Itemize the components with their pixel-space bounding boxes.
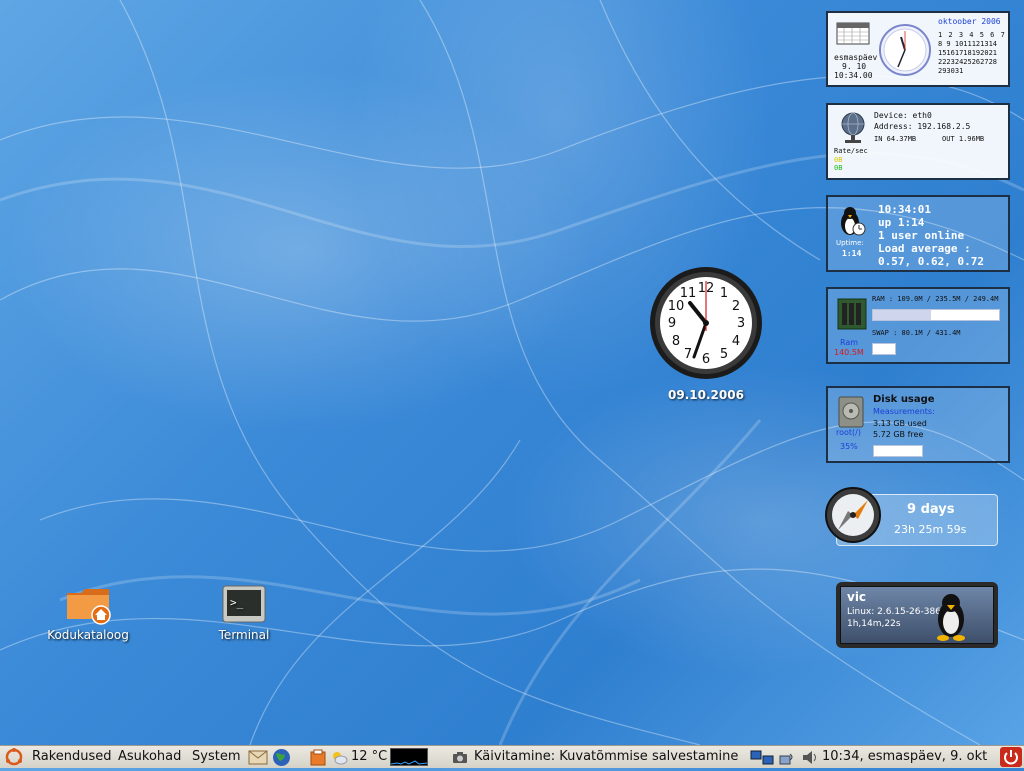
svg-text:10: 10 [668,299,685,314]
ubuntu-logo-icon[interactable] [4,748,24,766]
calendar-month-title: oktoober 2006 [938,17,1001,26]
analog-clock-date: 09.10.2006 [668,388,744,402]
disk-percent: 35% [840,442,858,451]
swap-text: SWAP : 80.1M / 431.4M [872,329,961,337]
disk-title: Disk usage [873,394,935,405]
uptime-load-values: 0.57, 0.62, 0.72 [878,255,984,268]
calendar-row: 15161718192021 [938,49,998,57]
small-clock-icon [879,24,931,76]
svg-text:1: 1 [720,286,728,301]
ram-value: 140.5M [834,348,864,357]
user-widget: vic Linux: 2.6.15-26-386 1h,14m,22s [836,582,998,648]
svg-text:11: 11 [680,286,697,301]
home-folder-icon [67,589,111,625]
svg-text:7: 7 [684,347,692,362]
disk-mount: root(/) [836,428,861,437]
tux-clock-icon [841,207,866,236]
network-rate-label: Rate/sec [834,147,868,155]
compass-icon [825,487,881,543]
globe-icon [841,112,865,143]
screenshot-camera-icon [453,752,467,763]
days-count: 9 days [907,502,955,517]
svg-text:5: 5 [720,347,728,362]
power-icon [1004,750,1018,765]
network-device: Device: eth0 [874,111,932,120]
user-uptime: 1h,14m,22s [847,619,901,629]
tux-icon [937,594,965,641]
uptime-value: 1:14 [842,249,862,258]
svg-text:8: 8 [672,334,680,349]
network-address: Address: 192.168.2.5 [874,122,971,131]
desktop-icon-terminal[interactable]: >_ Terminal [194,585,294,642]
user-widget-screen: vic Linux: 2.6.15-26-386 1h,14m,22s [840,586,994,644]
calendar-icon [836,22,870,45]
home-label: Kodukataloog [47,628,129,642]
weather-temperature[interactable]: 12 °C [351,749,387,764]
uptime-load-label: Load average : [878,242,971,255]
disk-measurements: Measurements: [873,407,935,416]
uptime-up: up 1:14 [878,216,925,229]
calendar-row: 1 2 3 4 5 6 7 [938,31,1006,39]
analog-clock: 12 12 345 678 91011 [650,267,762,379]
uptime-label: Uptime: [836,239,864,247]
calendar-row: 293031 [938,67,964,75]
volume-icon[interactable] [802,750,818,765]
disk-used: 3.13 GB used [873,419,927,428]
browser-globe-icon[interactable] [272,748,291,767]
network-tray-icon[interactable] [750,748,776,767]
uptime-time: 10:34:01 [878,203,931,216]
ram-widget: Ram 140.5M RAM : 109.0M / 235.5M / 249.4… [826,287,1010,364]
network-out: OUT 1.96MB [942,135,985,143]
calendar-time: 10:34.00 [834,71,873,80]
harddisk-icon [838,396,864,428]
shutdown-button[interactable] [1000,747,1022,767]
network-widget: Device: eth0 Address: 192.168.2.5 IN 64.… [826,103,1010,180]
disk-widget: root(/) 35% Disk usage Measurements: 3.1… [826,386,1010,463]
menu-system[interactable]: System [192,749,240,764]
mail-icon[interactable] [248,750,268,765]
swap-bar [872,343,896,355]
disk-bar [873,445,923,457]
svg-text:6: 6 [702,352,710,367]
calendar-row: 8 9 1011121314 [938,40,998,48]
menu-applications[interactable]: Rakendused [32,749,112,764]
update-notifier-icon[interactable] [310,749,326,766]
monitor-graph-icon [390,760,428,765]
desktop-icon-home[interactable]: Kodukataloog [38,585,138,642]
ram-bar-fill [873,310,931,320]
disk-free: 5.72 GB free [873,430,924,439]
calendar-date: 9. 10 [842,62,867,71]
swap-bar-fill [873,344,895,354]
svg-text:9: 9 [668,316,676,331]
network-rate-in: 0B [834,156,843,164]
system-monitor-graph[interactable] [390,748,428,766]
disk-bar-fill [874,446,922,456]
ram-label: Ram [840,338,859,347]
wireless-tray-icon[interactable] [778,748,798,767]
ram-chip-icon [837,298,867,330]
svg-text:>_: >_ [230,596,244,609]
menu-places[interactable]: Asukohad [118,749,181,764]
user-kernel: Linux: 2.6.15-26-386 [847,607,941,617]
ram-text: RAM : 109.0M / 235.5M / 249.4M [872,295,999,303]
svg-text:4: 4 [732,334,740,349]
ram-bar [872,309,1000,321]
uptime-users: 1 user online [878,229,965,242]
svg-text:2: 2 [732,299,740,314]
days-hms: 23h 25m 59s [894,523,967,536]
calendar-weekday: esmaspäev [834,53,878,62]
terminal-icon: >_ [222,585,266,623]
network-in: IN 64.37MB [874,135,917,143]
calendar-row: 22232425262728 [938,58,998,66]
svg-text:3: 3 [737,316,745,331]
uptime-widget: Uptime: 1:14 10:34:01 up 1:14 1 user onl… [826,195,1010,272]
calendar-widget: esmaspäev 9. 10 10:34.00 oktoober 2006 1… [826,11,1010,87]
taskbar-task[interactable]: Käivitamine: Kuvatõmmise salvestamine [474,749,738,764]
weather-icon[interactable] [330,749,348,765]
taskbar: Rakendused Asukohad System 12 °C Käivita… [0,745,1024,768]
user-name: vic [847,590,867,604]
taskbar-clock[interactable]: 10:34, esmaspäev, 9. okt [822,749,987,764]
terminal-label: Terminal [218,628,270,642]
network-rate-out: 0B [834,164,843,172]
